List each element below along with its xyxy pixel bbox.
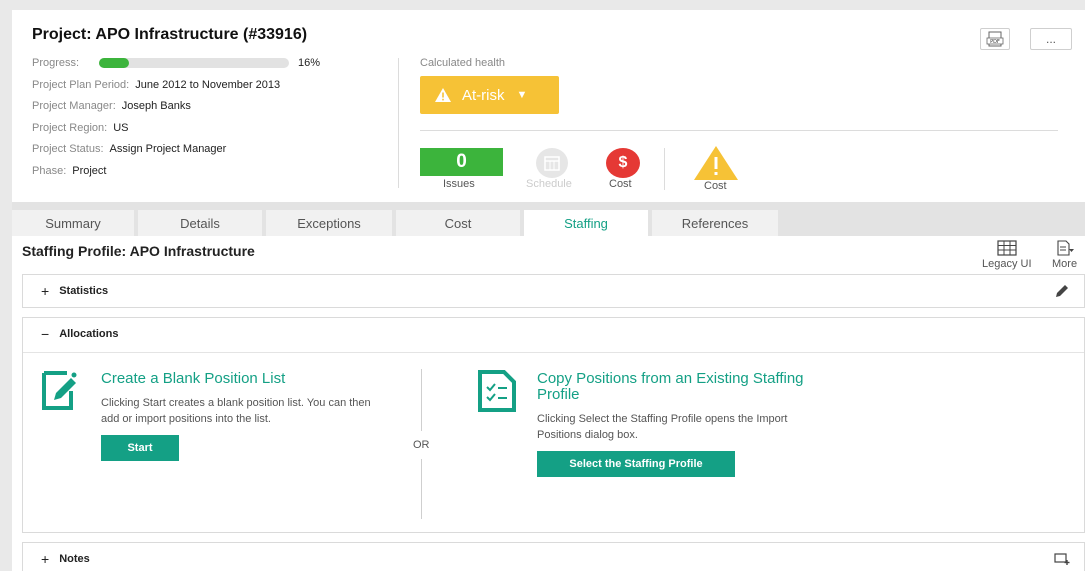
select-staffing-profile-button[interactable]: Select the Staffing Profile	[537, 451, 735, 477]
page: Project: APO Infrastructure (#33916) Pro…	[12, 10, 1085, 571]
field-phase: Phase: Project	[32, 165, 107, 177]
checklist-document-icon	[478, 370, 516, 412]
cost-warning-label: Cost	[704, 180, 727, 192]
notes-panel: + Notes	[22, 542, 1085, 571]
header-divider	[398, 58, 399, 188]
table-grid-icon	[997, 240, 1017, 256]
collapse-icon: −	[41, 326, 50, 342]
project-title: Project: APO Infrastructure (#33916)	[32, 26, 308, 43]
pdf-text: PDF	[990, 39, 1000, 45]
more-actions-button[interactable]: ...	[1030, 28, 1072, 50]
calendar-icon	[544, 156, 560, 171]
issues-badge[interactable]: 0	[420, 148, 503, 176]
schedule-label: Schedule	[526, 178, 572, 190]
progress-label: Progress:	[32, 57, 80, 69]
or-label: OR	[413, 439, 430, 451]
progress-bar	[99, 58, 289, 68]
warning-icon	[435, 88, 451, 102]
more-label: More	[1052, 258, 1078, 270]
or-divider-top	[421, 369, 422, 431]
field-project-manager: Project Manager: Joseph Banks	[32, 100, 191, 112]
tab-references[interactable]: References	[652, 210, 778, 236]
allocations-header[interactable]: − Allocations	[23, 318, 1084, 350]
schedule-icon[interactable]	[536, 148, 568, 178]
tab-details[interactable]: Details	[138, 210, 262, 236]
tab-bar: Summary Details Exceptions Cost Staffing…	[12, 202, 1085, 236]
add-note-icon[interactable]	[1054, 552, 1070, 566]
health-status-dropdown[interactable]: At-risk ▼	[420, 76, 559, 114]
or-divider-bottom	[421, 459, 422, 519]
copy-positions-desc: Clicking Select the Staffing Profile ope…	[537, 413, 788, 441]
allocations-label: Allocations	[59, 328, 119, 340]
notes-label: Notes	[59, 553, 90, 565]
legacy-ui-label: Legacy UI	[982, 258, 1032, 270]
pdf-icon: PDF	[986, 31, 1004, 47]
allocations-body: Create a Blank Position List Clicking St…	[23, 352, 1084, 532]
pdf-button[interactable]: PDF	[980, 28, 1010, 50]
document-dropdown-icon	[1056, 240, 1074, 256]
tab-staffing[interactable]: Staffing	[524, 210, 648, 236]
indicator-divider	[664, 148, 665, 190]
copy-positions-title: Copy Positions from an Existing Staffing…	[537, 370, 804, 403]
blank-list-title: Create a Blank Position List	[101, 370, 286, 387]
project-header: Project: APO Infrastructure (#33916) Pro…	[12, 10, 1085, 200]
statistics-panel: + Statistics	[22, 274, 1085, 308]
expand-icon: +	[41, 283, 50, 299]
progress-percent: 16%	[298, 57, 321, 69]
tab-exceptions[interactable]: Exceptions	[266, 210, 392, 236]
issues-label: Issues	[443, 178, 475, 190]
staffing-profile-title: Staffing Profile: APO Infrastructure	[22, 243, 255, 259]
tab-cost[interactable]: Cost	[396, 210, 520, 236]
field-project-region: Project Region: US	[32, 122, 129, 134]
cost-badge[interactable]: $	[606, 148, 640, 178]
tab-summary[interactable]: Summary	[12, 210, 134, 236]
health-status-label: At-risk	[462, 86, 505, 104]
progress-fill	[99, 58, 130, 68]
blank-list-desc: Clicking Start creates a blank position …	[101, 397, 371, 425]
edit-document-icon	[42, 371, 77, 410]
health-divider	[420, 130, 1058, 131]
notes-header[interactable]: + Notes	[23, 543, 1084, 571]
field-project-status: Project Status: Assign Project Manager	[32, 143, 227, 155]
cost-warning-icon[interactable]	[692, 144, 740, 182]
more-button[interactable]: More	[1052, 240, 1077, 270]
statistics-header[interactable]: + Statistics	[23, 275, 1084, 307]
statistics-label: Statistics	[59, 285, 109, 297]
calculated-health-label: Calculated health	[420, 57, 506, 69]
pencil-icon[interactable]	[1054, 283, 1070, 299]
expand-icon: +	[41, 551, 50, 567]
legacy-ui-button[interactable]: Legacy UI	[982, 240, 1032, 270]
chevron-down-icon: ▼	[516, 89, 528, 101]
start-button[interactable]: Start	[101, 435, 179, 461]
allocations-panel: − Allocations Create a Blank Position Li…	[22, 317, 1085, 533]
field-plan-period: Project Plan Period: June 2012 to Novembe…	[32, 79, 281, 91]
cost-label: Cost	[609, 178, 632, 190]
